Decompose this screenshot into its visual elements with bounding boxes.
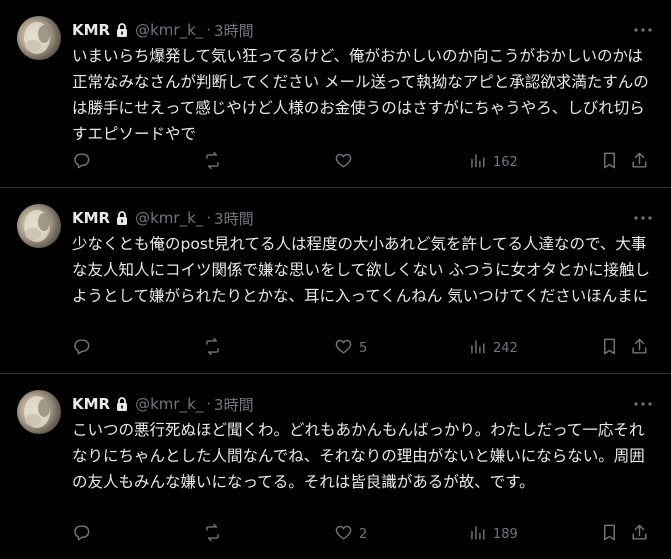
separator: · [206, 209, 212, 227]
more-icon[interactable] [633, 394, 653, 414]
share-button[interactable] [630, 152, 649, 172]
tweet[interactable]: KMR @kmr_k_ · 3時間 こいつの悪行死ぬほど聞くわ。どれもあかんもん… [0, 374, 671, 559]
bookmark-icon [600, 523, 619, 546]
tweet-text: こいつの悪行死ぬほど聞くわ。どれもあかんもんばっかり。わたしだって一応それなりに… [72, 421, 645, 491]
like-count: 2 [359, 526, 368, 542]
action-bar: 162 [72, 151, 653, 174]
avatar[interactable] [17, 390, 61, 434]
share-icon [630, 151, 649, 174]
repost-icon [203, 337, 222, 360]
bookmark-icon [600, 337, 619, 360]
repost-icon [203, 151, 222, 174]
lock-icon [114, 22, 130, 38]
reply-button[interactable] [72, 524, 97, 544]
share-button[interactable] [630, 524, 649, 544]
reply-button[interactable] [72, 338, 97, 358]
tweet-text: いまいらち爆発して気い狂ってるけど、俺がおかしいのか向こうがおかしいのかは正常な… [72, 47, 649, 143]
action-bar: 5 242 [72, 337, 653, 360]
avatar[interactable] [17, 16, 61, 60]
like-icon [334, 523, 353, 546]
separator: · [206, 21, 212, 39]
bookmark-button[interactable] [600, 524, 619, 544]
reply-icon [72, 523, 91, 546]
more-icon[interactable] [633, 20, 653, 40]
like-button[interactable] [334, 152, 359, 172]
share-icon [630, 337, 649, 360]
repost-button[interactable] [203, 337, 228, 360]
like-count: 5 [359, 340, 368, 356]
tweet-text: 少なくとも俺のpost見れてる人は程度の大小あれど気を許してる人達なので、大事な… [72, 235, 650, 305]
views-button[interactable]: 162 [468, 152, 518, 172]
like-button[interactable]: 5 [334, 338, 367, 358]
tweet[interactable]: KMR @kmr_k_ · 3時間 少なくとも俺のpost見れてる人は程度の大小… [0, 188, 671, 374]
repost-icon [203, 523, 222, 546]
like-button[interactable]: 2 [334, 524, 367, 544]
avatar[interactable] [17, 204, 61, 248]
views-count: 162 [493, 154, 518, 170]
like-icon [334, 151, 353, 174]
views-count: 189 [493, 526, 518, 542]
handle[interactable]: @kmr_k_ [135, 209, 203, 227]
bookmark-icon [600, 151, 619, 174]
timestamp[interactable]: 3時間 [214, 20, 254, 41]
views-button[interactable]: 242 [468, 338, 518, 358]
timestamp[interactable]: 3時間 [214, 208, 254, 229]
timestamp[interactable]: 3時間 [214, 394, 254, 415]
lock-icon [114, 210, 130, 226]
bookmark-button[interactable] [600, 338, 619, 358]
display-name[interactable]: KMR [72, 21, 110, 39]
like-icon [334, 337, 353, 360]
tweet[interactable]: KMR @kmr_k_ · 3時間 いまいらち爆発して気い狂ってるけど、俺がおか… [0, 0, 671, 188]
handle[interactable]: @kmr_k_ [135, 395, 203, 413]
lock-icon [114, 396, 130, 412]
repost-button[interactable] [203, 523, 228, 546]
action-bar: 2 189 [72, 523, 653, 546]
bookmark-button[interactable] [600, 152, 619, 172]
share-icon [630, 523, 649, 546]
handle[interactable]: @kmr_k_ [135, 21, 203, 39]
separator: · [206, 395, 212, 413]
views-icon [468, 151, 487, 174]
repost-button[interactable] [203, 151, 228, 174]
share-button[interactable] [630, 338, 649, 358]
views-icon [468, 523, 487, 546]
reply-button[interactable] [72, 152, 97, 172]
views-count: 242 [493, 340, 518, 356]
display-name[interactable]: KMR [72, 209, 110, 227]
views-icon [468, 337, 487, 360]
views-button[interactable]: 189 [468, 524, 518, 544]
more-icon[interactable] [633, 208, 653, 228]
reply-icon [72, 337, 91, 360]
reply-icon [72, 151, 91, 174]
display-name[interactable]: KMR [72, 395, 110, 413]
